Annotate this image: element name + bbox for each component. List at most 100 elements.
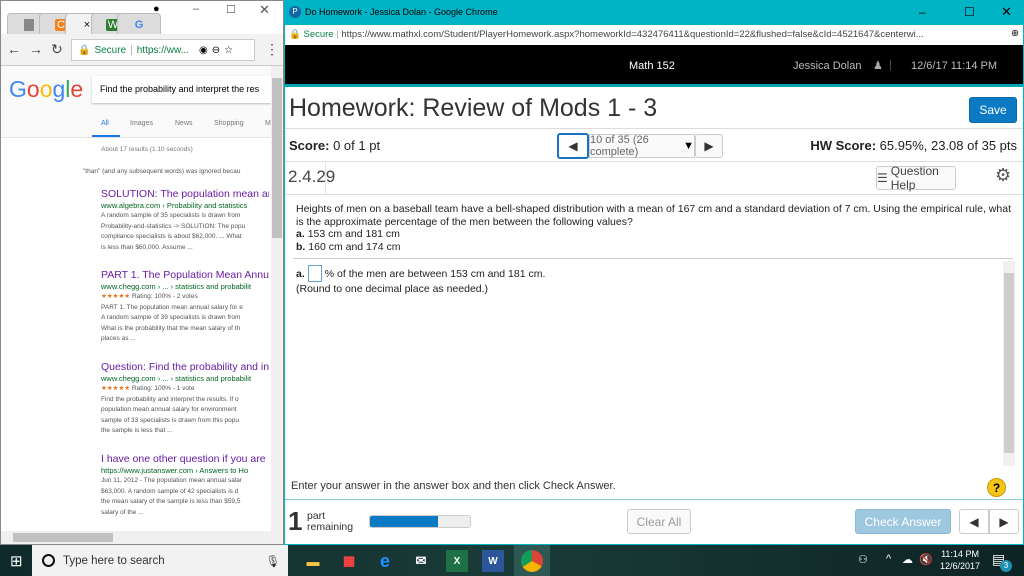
calculator-icon bbox=[24, 18, 34, 31]
question-selector[interactable]: 10 of 35 (26 complete) ▼ bbox=[589, 134, 695, 158]
chrome-taskbar-button[interactable] bbox=[514, 545, 550, 576]
pearson-icon: P bbox=[289, 6, 301, 18]
chevron-up-icon[interactable]: ^ bbox=[886, 553, 891, 565]
question-help-button[interactable]: ☰ Question Help bbox=[876, 164, 956, 192]
instruction-text: Enter your answer in the answer box and … bbox=[291, 480, 616, 492]
secure-label: Secure bbox=[303, 29, 334, 40]
previous-part-button[interactable]: ◀ bbox=[959, 509, 989, 534]
help-icon[interactable]: ? bbox=[987, 478, 1006, 497]
result-url[interactable]: www.algebra.com › Probability and statis… bbox=[101, 201, 269, 211]
search-result: Question: Find the probability and in ww… bbox=[101, 360, 269, 435]
parts-remaining-label: part remaining bbox=[307, 510, 354, 533]
score: Score: 0 of 1 pt bbox=[289, 138, 381, 153]
nav-news[interactable]: News bbox=[175, 120, 193, 127]
nav-more[interactable]: M bbox=[265, 120, 271, 127]
secure-label: Secure bbox=[94, 44, 127, 56]
next-part-button[interactable]: ▶ bbox=[989, 509, 1019, 534]
nav-shopping[interactable]: Shopping bbox=[214, 120, 244, 127]
result-title[interactable]: Question: Find the probability and in bbox=[101, 360, 269, 374]
google-header: Google Find the probability and interpre… bbox=[1, 66, 271, 138]
next-question-button[interactable]: ▶ bbox=[695, 134, 723, 158]
nav-images[interactable]: Images bbox=[130, 120, 153, 127]
address-bar[interactable]: 🔒 Secure | https://www.mathxl.com/Studen… bbox=[285, 25, 1023, 45]
word-icon[interactable]: W bbox=[482, 550, 504, 572]
clock[interactable]: 11:14 PM 12/6/2017 bbox=[940, 548, 980, 572]
hw-score-value: 65.95%, 23.08 of 35 pts bbox=[879, 138, 1017, 153]
right-arrow-icon: ▶ bbox=[999, 514, 1009, 529]
excel-icon[interactable]: X bbox=[446, 550, 468, 572]
title-bar: P Do Homework - Jessica Dolan - Google C… bbox=[285, 1, 1023, 25]
cortana-icon bbox=[42, 554, 55, 567]
progress-bar bbox=[369, 515, 471, 528]
taskbar-search[interactable]: Type here to search 🎙 bbox=[32, 545, 288, 576]
store-icon[interactable]: ▦ bbox=[338, 550, 360, 572]
tab-google[interactable]: G bbox=[117, 13, 161, 35]
mail-icon[interactable]: ✉ bbox=[410, 550, 432, 572]
user-icon: ♟ bbox=[873, 60, 883, 72]
round-note: (Round to one decimal place as needed.) bbox=[296, 283, 489, 295]
previous-question-button[interactable]: ◀ bbox=[557, 133, 589, 159]
onedrive-icon[interactable]: ☁ bbox=[902, 553, 913, 566]
hw-score: HW Score: 65.95%, 23.08 of 35 pts bbox=[810, 138, 1017, 153]
taskbar: ⊞ Type here to search 🎙 ▬ ▦ e ✉ X W ⚇ ^ … bbox=[0, 545, 1024, 576]
address-bar[interactable]: 🔒 Secure | https://ww... ◉ ⊖ ☆ bbox=[71, 39, 255, 61]
result-url[interactable]: www.chegg.com › ... › statistics and pro… bbox=[101, 282, 269, 292]
location-icon[interactable]: ◉ bbox=[199, 45, 208, 56]
reload-icon[interactable]: ↻ bbox=[51, 41, 63, 58]
maximize-button[interactable]: ☐ bbox=[964, 5, 975, 19]
menu-icon[interactable]: ⋮ bbox=[265, 41, 279, 58]
result-title[interactable]: SOLUTION: The population mean an bbox=[101, 187, 269, 201]
close-button[interactable]: ✕ bbox=[259, 2, 270, 18]
close-button[interactable]: ✕ bbox=[1001, 4, 1012, 20]
volume-muted-icon[interactable]: 🔇 bbox=[919, 553, 933, 566]
forward-icon[interactable]: → bbox=[29, 41, 43, 57]
search-input[interactable]: Find the probability and interpret the r… bbox=[92, 76, 271, 103]
lock-icon: 🔒 bbox=[289, 29, 301, 40]
dropdown-icon: ▼ bbox=[683, 140, 694, 152]
vertical-scrollbar[interactable] bbox=[271, 66, 283, 531]
notification-count: 3 bbox=[1000, 560, 1012, 572]
user-name[interactable]: Jessica Dolan bbox=[793, 60, 861, 72]
people-icon[interactable]: ⚇ bbox=[858, 553, 868, 566]
search-result: PART 1. The Population Mean Annu www.che… bbox=[101, 268, 269, 343]
back-icon[interactable]: ← bbox=[7, 41, 21, 57]
left-arrow-icon: ◀ bbox=[969, 514, 979, 529]
search-result: I have one other question if you are htt… bbox=[101, 452, 269, 518]
minimize-button[interactable]: – bbox=[193, 3, 199, 15]
save-button[interactable]: Save bbox=[969, 97, 1017, 123]
file-explorer-icon[interactable]: ▬ bbox=[302, 550, 324, 572]
rating-stars: ★★★★★ bbox=[101, 293, 131, 300]
url-text: https://www.mathxl.com/Student/PlayerHom… bbox=[341, 29, 924, 40]
google-logo[interactable]: Google bbox=[9, 76, 83, 103]
clear-all-button[interactable]: Clear All bbox=[627, 509, 691, 534]
close-tab-icon[interactable]: × bbox=[84, 19, 90, 31]
result-url[interactable]: www.chegg.com › ... › statistics and pro… bbox=[101, 374, 269, 384]
rating-stars: ★★★★★ bbox=[101, 385, 131, 392]
windows-start-icon[interactable]: ⊞ bbox=[10, 552, 23, 570]
zoom-icon[interactable]: ⊕ bbox=[1011, 28, 1019, 39]
answer-scrollbar[interactable] bbox=[1003, 261, 1015, 466]
parts-remaining-count: 1 bbox=[288, 506, 303, 536]
result-url[interactable]: https://www.justanswer.com › Answers to … bbox=[101, 466, 269, 476]
chrome-icon bbox=[521, 550, 543, 572]
right-arrow-icon: ▶ bbox=[704, 139, 714, 153]
answer-input[interactable] bbox=[307, 265, 322, 282]
google-search-window: ● – ☐ ✕ C × W G ← → ↻ 🔒 Secure | https:/… bbox=[0, 0, 284, 545]
course-header: Math 152 Jessica Dolan ♟ | 12/6/17 11:14… bbox=[285, 45, 1023, 87]
check-answer-button[interactable]: Check Answer bbox=[855, 509, 951, 534]
result-title[interactable]: I have one other question if you are bbox=[101, 452, 269, 466]
answer-row: a. % of the men are between 153 cm and 1… bbox=[296, 265, 545, 282]
horizontal-scrollbar[interactable] bbox=[1, 531, 283, 544]
result-title[interactable]: PART 1. The Population Mean Annu bbox=[101, 268, 269, 282]
maximize-button[interactable]: ☐ bbox=[226, 3, 236, 16]
star-icon[interactable]: ☆ bbox=[224, 45, 233, 56]
mathxl-window: P Do Homework - Jessica Dolan - Google C… bbox=[284, 0, 1024, 545]
minimize-button[interactable]: – bbox=[919, 5, 926, 19]
left-arrow-icon: ◀ bbox=[568, 139, 578, 153]
microphone-icon[interactable]: 🎙 bbox=[265, 554, 280, 568]
course-name[interactable]: Math 152 bbox=[629, 60, 675, 72]
zoom-icon[interactable]: ⊖ bbox=[212, 45, 220, 56]
gear-icon[interactable]: ⚙ bbox=[995, 165, 1011, 186]
edge-icon[interactable]: e bbox=[374, 550, 396, 572]
nav-all[interactable]: All bbox=[101, 120, 109, 127]
